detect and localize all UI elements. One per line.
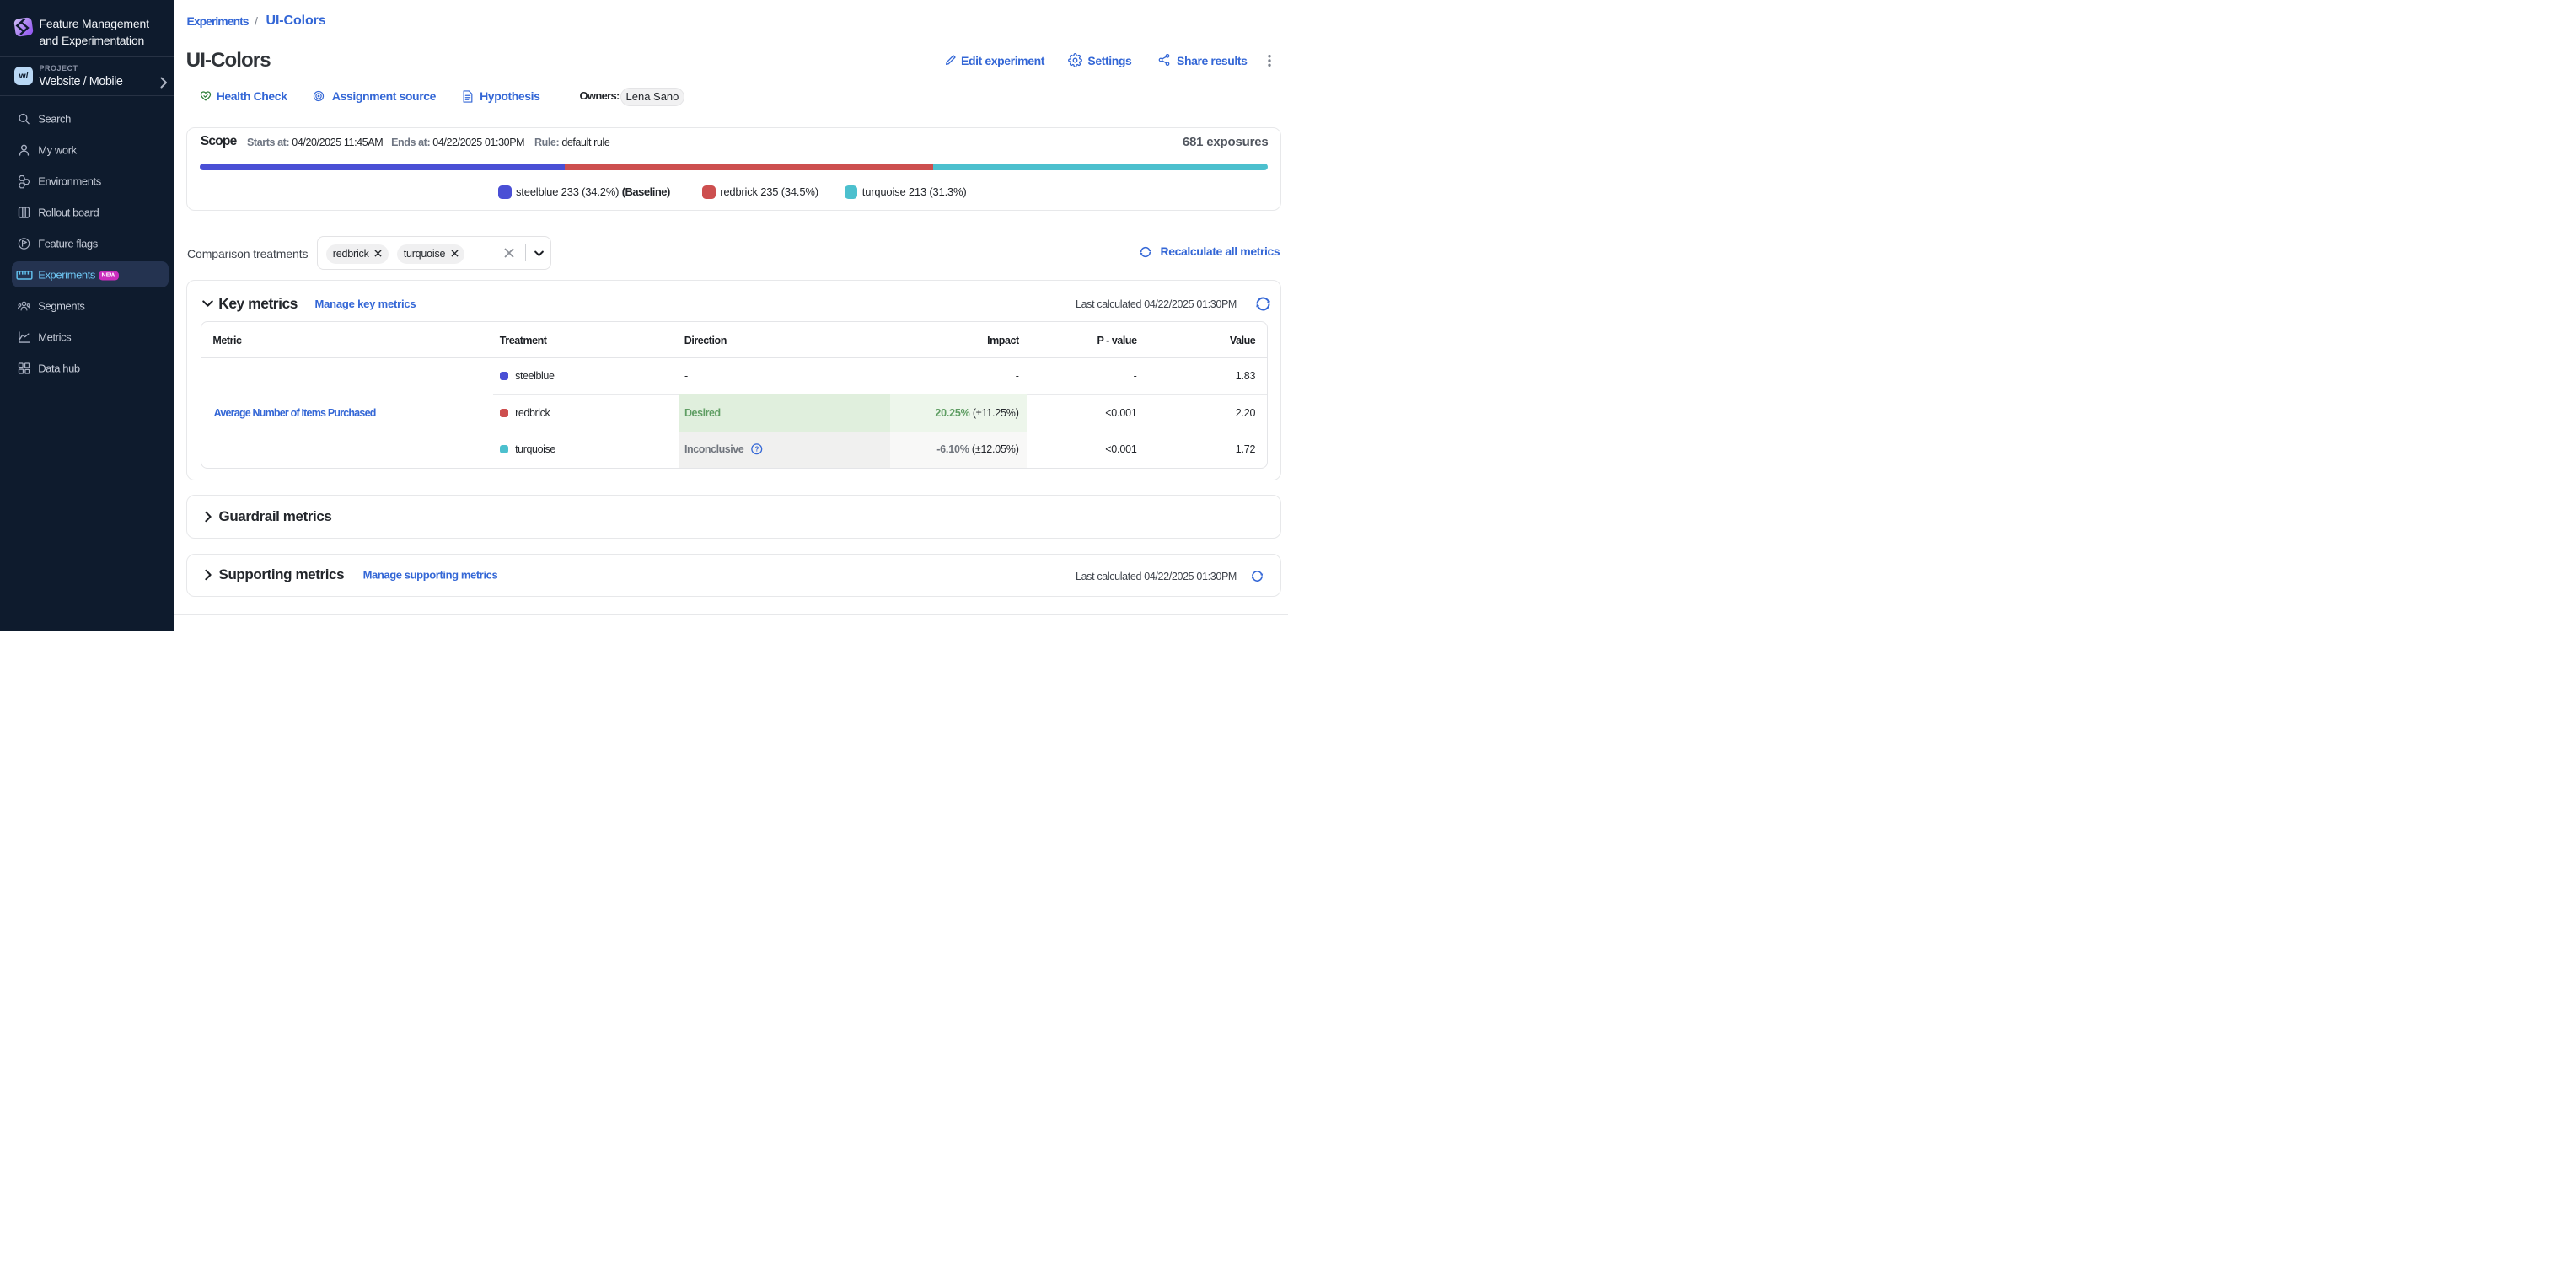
svg-text:?: ? [755,446,759,453]
